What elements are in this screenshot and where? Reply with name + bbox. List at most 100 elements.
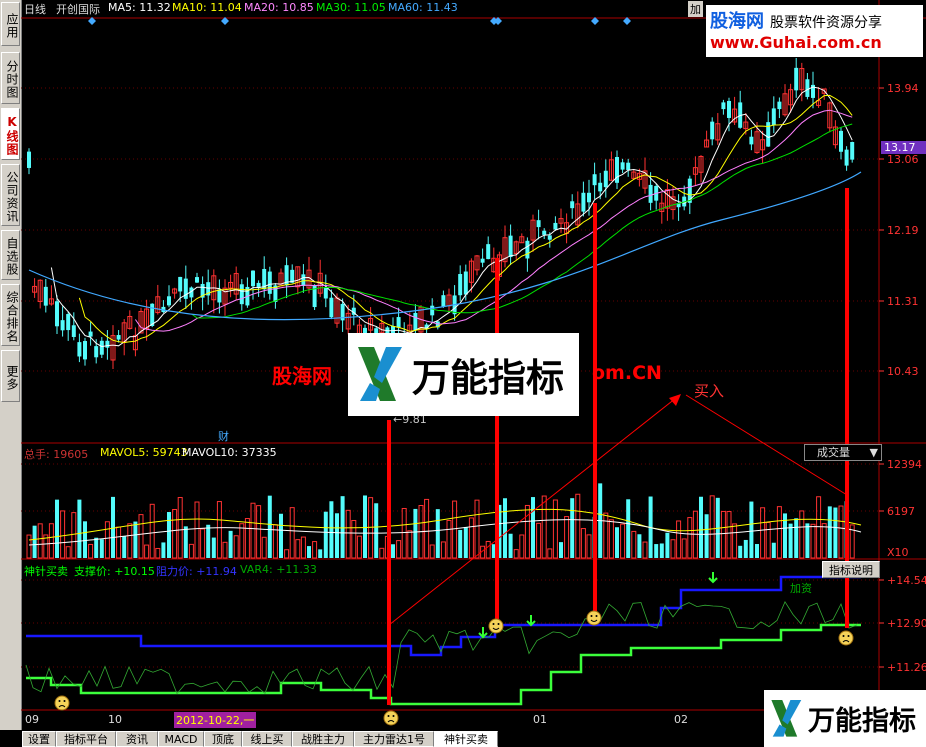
volume-bar [699, 496, 703, 558]
candle-body [525, 240, 530, 259]
candle-body [66, 314, 71, 331]
candle-body [94, 346, 99, 358]
candle-body [329, 297, 334, 318]
volume-bar [200, 528, 206, 559]
volume-bar [228, 530, 233, 558]
bottom-tab-indicator-platform[interactable]: 指标平台 [56, 731, 116, 747]
bottom-tab-settings[interactable]: 设置 [22, 731, 56, 747]
candle-body [508, 235, 513, 258]
ma20-line [134, 109, 853, 332]
resist-legend: 阻力价: +11.94 [156, 565, 237, 578]
finance-marker[interactable]: 财 [218, 428, 229, 444]
current-price-badge: 13.17 [881, 141, 926, 154]
sidebar-tab-ranking[interactable]: 综合排名 [1, 284, 20, 346]
volume-bar [149, 503, 155, 559]
volume-bar [435, 509, 440, 558]
volume-bar [776, 506, 782, 559]
ma10-line [78, 94, 853, 344]
volume-bar [508, 533, 513, 558]
volume-bar [424, 498, 430, 559]
candle-body [88, 331, 93, 337]
ma10-legend: MA10: 11.04 [172, 1, 242, 14]
candle-body [55, 301, 59, 327]
left-sidebar: 应用 分时图 K线图 公司资讯 自选股 综合排名 更多 [0, 0, 22, 730]
volume-bar [794, 518, 799, 558]
add-button-clip[interactable]: 加 [688, 1, 703, 17]
volume-bar [665, 532, 670, 558]
sad-face-icon [392, 715, 395, 717]
price-tick: 13.06 [887, 153, 919, 166]
volume-bar [239, 523, 245, 559]
sad-face-icon [63, 700, 66, 702]
bottom-tab-macd[interactable]: MACD [158, 731, 204, 747]
sidebar-tab-watchlist[interactable]: 自选股 [1, 230, 20, 280]
down-arrow-icon [708, 572, 718, 584]
buy-annotation: 买入 [694, 382, 725, 400]
volume-bar [503, 498, 507, 558]
volume-bar [468, 517, 474, 559]
bottom-tab-top-bottom[interactable]: 顶底 [204, 731, 242, 747]
sidebar-tab-company-news[interactable]: 公司资讯 [1, 164, 20, 226]
sad-face-icon [842, 635, 845, 637]
bottom-tab-shenzhen-buysell[interactable]: 神针买卖 [434, 731, 498, 747]
arrow-line [388, 397, 677, 626]
volume-bar [575, 493, 581, 559]
indicator-help-button[interactable]: 指标说明 [822, 561, 880, 578]
ma20-legend: MA20: 10.85 [244, 1, 314, 14]
volume-bar [194, 501, 200, 559]
candle-body [167, 296, 171, 306]
indicator-annotation: 加资 [790, 582, 812, 595]
sidebar-tab-kline[interactable]: K线图 [1, 108, 20, 160]
volume-bar [531, 497, 535, 558]
volume-bar [77, 499, 82, 558]
volume-bar [32, 525, 37, 558]
guhai-url: www.Guhai.com.cn [710, 33, 882, 52]
date-label: 02 [674, 713, 688, 726]
candle-body [570, 201, 575, 209]
sidebar-tab-timeshare[interactable]: 分时图 [1, 52, 20, 104]
sad-face-icon [58, 700, 61, 702]
candle-body [99, 340, 104, 355]
volume-bar [300, 536, 306, 559]
volume-tick: 12394 [887, 458, 922, 471]
volume-bar [356, 535, 362, 559]
sidebar-tab-more[interactable]: 更多 [1, 350, 20, 402]
candle-body [463, 271, 468, 295]
resist-line [26, 575, 861, 657]
center-watermark-right: om.CN [592, 362, 662, 384]
volume-bar [720, 510, 726, 559]
candle-body [217, 289, 222, 303]
sidebar-tab-app[interactable]: 应用 [1, 2, 20, 46]
candle-body [116, 335, 121, 340]
volume-bar [116, 526, 122, 559]
guhai-watermark: 股海网 股票软件资源分享 www.Guhai.com.cn [706, 5, 923, 57]
candle-body [195, 277, 199, 283]
volume-bar [738, 545, 743, 558]
down-arrow-icon [478, 627, 488, 639]
bottom-tab-main-force-radar[interactable]: 主力雷达1号 [354, 731, 434, 747]
date-label: 09 [25, 713, 39, 726]
wanneng-brand-text: 万能指标 [808, 706, 916, 737]
volume-bar [55, 499, 59, 558]
bottom-tab-beat-main-force[interactable]: 战胜主力 [292, 731, 354, 747]
volume-bar [37, 523, 43, 559]
bottom-tab-news[interactable]: 资讯 [116, 731, 158, 747]
volume-bar [279, 513, 283, 558]
wanneng-logo-icon [771, 699, 802, 737]
sad-face-icon [387, 715, 390, 717]
volume-bar [704, 514, 709, 558]
volume-bar [670, 539, 676, 559]
volume-indicator-dropdown[interactable]: 成交量 ▼ [804, 444, 882, 461]
candle-body [592, 174, 597, 186]
volume-bar [524, 504, 530, 559]
bottom-tab-line-buy[interactable]: 线上买 [242, 731, 292, 747]
volume-bar [391, 544, 395, 558]
volume-bar [559, 542, 563, 558]
sad-face-icon [847, 635, 850, 637]
volume-bar [620, 523, 626, 559]
volume-bar [211, 537, 216, 558]
volume-bar [513, 549, 519, 559]
volume-bar [155, 547, 161, 559]
volume-bar [749, 501, 754, 558]
volume-bar [99, 539, 104, 558]
